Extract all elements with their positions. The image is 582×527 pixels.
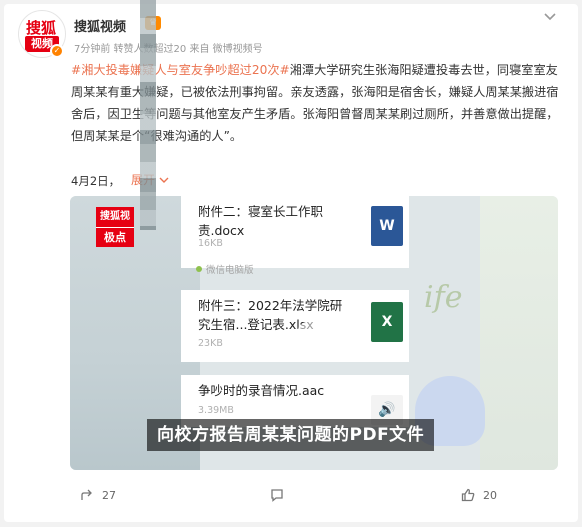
action-bar: 27 20 bbox=[0, 488, 582, 512]
verified-icon: ✓ bbox=[50, 44, 64, 58]
share-icon bbox=[81, 489, 92, 500]
file-item: 附件三：2022年法学院研究生宿...登记表.xlsx 23KB X bbox=[181, 290, 409, 362]
post-meta: 7分钟前 转赞人数超过20 来自 微博视频号 bbox=[74, 44, 263, 55]
file-name: 附件二：寝室长工作职责.docx bbox=[198, 204, 324, 238]
decorative-text: ife bbox=[424, 280, 463, 315]
file-size: 23KB bbox=[198, 338, 223, 349]
topic-hashtag[interactable]: #湘大投毒嫌疑人与室友争吵超过20次# bbox=[71, 63, 290, 77]
file-size: 16KB bbox=[198, 238, 223, 249]
watermark-logo: 搜狐视频 bbox=[96, 207, 134, 242]
word-file-icon: W bbox=[371, 206, 403, 246]
author-name[interactable]: 搜狐视频 bbox=[74, 16, 126, 35]
chevron-down-icon[interactable] bbox=[543, 9, 557, 23]
share-count: 27 bbox=[102, 488, 116, 502]
excel-file-icon: X bbox=[371, 302, 403, 342]
watermark-label: 极点 bbox=[96, 227, 134, 247]
comment-icon bbox=[271, 489, 283, 502]
mosaic-blur bbox=[140, 0, 156, 230]
comment-button[interactable] bbox=[270, 488, 292, 502]
wechat-icon bbox=[196, 266, 202, 272]
file-item: 附件二：寝室长工作职责.docx 16KB W bbox=[181, 196, 409, 268]
play-icon[interactable] bbox=[296, 320, 328, 352]
video-subtitle: 向校方报告周某某问题的PDF文件 bbox=[147, 419, 435, 451]
post-date: 4月2日， bbox=[71, 174, 121, 188]
wechat-note: 微信电脑版 bbox=[206, 265, 254, 276]
video-watermark: 搜狐视频 极点 bbox=[96, 207, 136, 247]
file-name: 争吵时的录音情况.aac bbox=[198, 383, 325, 398]
avatar-logo-text: 搜狐 bbox=[26, 19, 57, 37]
wechat-source: 微信电脑版 bbox=[196, 262, 254, 276]
like-button[interactable]: 20 bbox=[461, 488, 497, 502]
file-size: 3.39MB bbox=[198, 405, 234, 416]
like-icon bbox=[461, 488, 475, 502]
video-background bbox=[480, 196, 558, 470]
chevron-down-icon bbox=[159, 177, 169, 183]
share-button[interactable]: 27 bbox=[80, 488, 116, 502]
like-count: 20 bbox=[483, 488, 497, 502]
